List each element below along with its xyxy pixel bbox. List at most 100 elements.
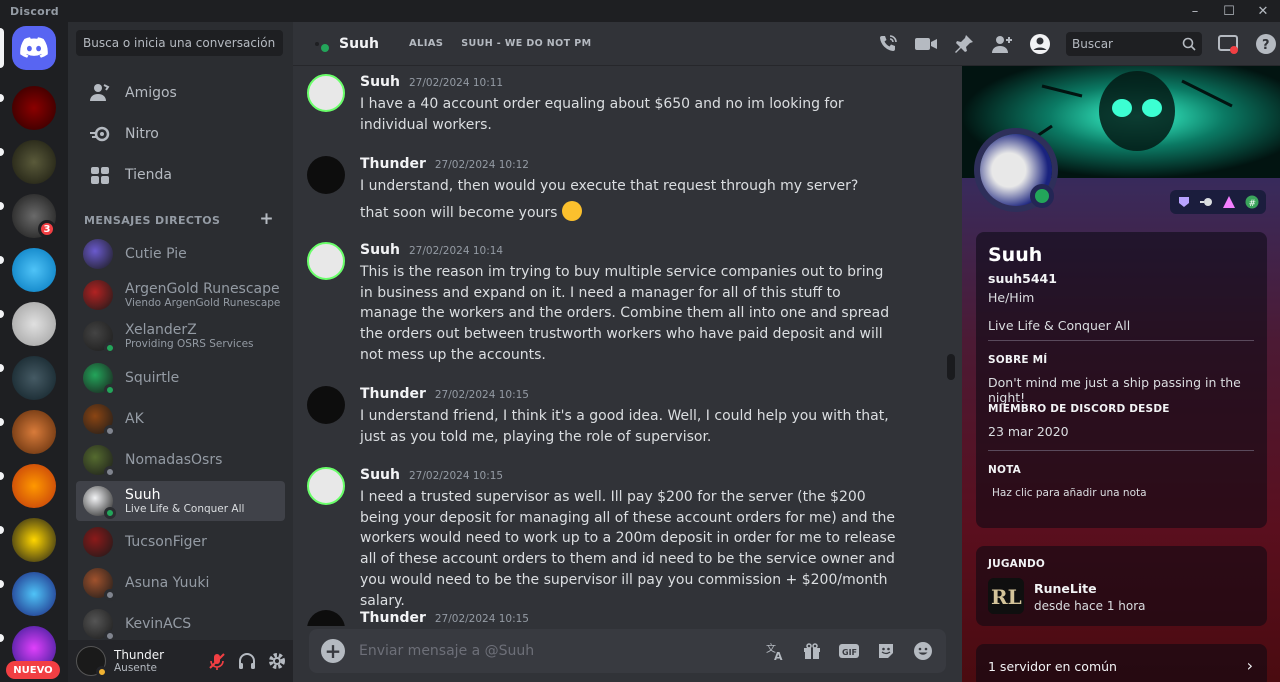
dm-item[interactable]: Asuna Yuuki [76, 563, 285, 603]
dm-avatar [83, 486, 116, 519]
idle-status-icon [96, 666, 108, 678]
pinned-messages-icon[interactable] [952, 32, 976, 56]
hashtag-badge-icon: # [1244, 194, 1260, 210]
suuh-avatar[interactable] [307, 74, 345, 112]
minimize-button[interactable]: – [1178, 0, 1212, 22]
message-author[interactable]: Suuh [360, 74, 400, 90]
message-author[interactable]: Thunder [360, 156, 426, 172]
maximize-button[interactable]: ☐ [1212, 0, 1246, 22]
toolbar-search[interactable]: Buscar [1066, 31, 1202, 56]
dm-item[interactable]: Squirtle [76, 358, 285, 398]
sticker-icon[interactable] [875, 640, 897, 662]
offline-status-icon [104, 589, 116, 601]
nav-shop[interactable]: Tienda [76, 156, 285, 194]
server-icon-mmo-gold[interactable] [12, 518, 56, 562]
mic-muted-icon[interactable] [207, 651, 227, 671]
activity-card: JUGANDO RL RuneLite desde hace 1 hora [976, 546, 1267, 626]
message-author[interactable]: Suuh [360, 467, 400, 483]
suuh-avatar[interactable] [307, 242, 345, 280]
profile-username: suuh5441 [988, 271, 1057, 286]
offline-status-icon [104, 425, 116, 437]
dm-item[interactable]: TucsonFiger [76, 522, 285, 562]
server-icon-blue[interactable] [12, 248, 56, 292]
nav-friends[interactable]: Amigos [76, 74, 285, 112]
thunder-avatar[interactable] [307, 386, 345, 424]
dm-name: KevinACS [125, 616, 192, 632]
dm-item[interactable]: Suuh Live Life & Conquer All [76, 481, 285, 521]
translate-icon[interactable]: 文A [764, 640, 786, 662]
dm-item[interactable]: AK [76, 399, 285, 439]
dm-item[interactable]: NomadasOsrs [76, 440, 285, 480]
dm-name: Squirtle [125, 370, 180, 386]
server-icon-fc[interactable] [12, 302, 56, 346]
headphones-icon[interactable] [237, 651, 257, 671]
svg-text:#: # [1248, 199, 1256, 209]
nav-nitro[interactable]: Nitro [76, 115, 285, 153]
server-icon-lava[interactable] [12, 464, 56, 508]
message-text: I have a 40 account order equaling about… [360, 96, 844, 133]
game-time: desde hace 1 hora [1034, 599, 1146, 613]
new-badge: NUEVO [6, 661, 60, 679]
message-timestamp: 27/02/2024 10:15 [408, 470, 504, 482]
help-icon[interactable]: ? [1254, 32, 1278, 56]
window-controls: – ☐ ✕ [1178, 0, 1280, 22]
dm-name: TucsonFiger [125, 534, 207, 550]
emoji-icon[interactable] [912, 640, 934, 662]
dm-name: XelanderZ [125, 322, 197, 338]
dm-item[interactable]: KevinACS [76, 604, 285, 644]
member-since-date: 23 mar 2020 [988, 424, 1069, 439]
gif-icon[interactable]: GIF [838, 640, 860, 662]
server-icon-warrior[interactable] [12, 410, 56, 454]
add-attachment-button[interactable]: + [321, 639, 345, 663]
message-author[interactable]: Thunder [360, 610, 426, 626]
user-avatar[interactable] [76, 646, 108, 678]
settings-gear-icon[interactable] [267, 651, 287, 671]
server-icon-xtech[interactable] [12, 356, 56, 400]
server-icon-services[interactable] [12, 572, 56, 616]
message-author[interactable]: Suuh [360, 242, 400, 258]
message-text: This is the reason im trying to buy mult… [360, 264, 890, 363]
dm-item[interactable]: XelanderZ Providing OSRS Services [76, 316, 285, 356]
svg-text:A: A [774, 650, 783, 661]
dm-avatar [83, 363, 116, 396]
scrollbar-thumb[interactable] [947, 354, 955, 380]
inbox-icon[interactable] [1216, 32, 1240, 56]
selected-pill [0, 28, 4, 68]
server-icon-argengold[interactable] [12, 140, 56, 184]
gift-icon[interactable] [801, 640, 823, 662]
message-timestamp: 27/02/2024 10:15 [434, 389, 529, 401]
thunder-avatar[interactable] [307, 610, 345, 626]
online-status-icon [104, 507, 116, 519]
message: Thunder 27/02/2024 10:15 I understand fri… [293, 380, 943, 460]
home-button[interactable] [12, 26, 56, 70]
dm-item[interactable]: ArgenGold Runescape Viendo ArgenGold Rune… [76, 275, 285, 315]
thunder-avatar[interactable] [307, 156, 345, 194]
user-profile-toggle-icon[interactable] [1028, 32, 1052, 56]
toolbar-search-input[interactable]: Buscar [1072, 37, 1113, 51]
message-author[interactable]: Thunder [360, 386, 426, 402]
voice-call-icon[interactable] [876, 32, 900, 56]
suuh-avatar[interactable] [307, 467, 345, 505]
message-input[interactable]: Enviar mensaje a @Suuh [359, 643, 764, 659]
dm-item[interactable]: Cutie Pie [76, 234, 285, 274]
online-status-icon [104, 384, 116, 396]
dm-name: AK [125, 411, 144, 427]
note-input[interactable]: Haz clic para añadir una nota [992, 487, 1147, 499]
dm-avatar [83, 445, 116, 478]
game-name: RuneLite [1034, 581, 1097, 596]
dm-activity: Live Life & Conquer All [125, 503, 245, 515]
friends-icon [88, 81, 112, 105]
header-toolbar: Buscar ? [862, 22, 1280, 66]
search-icon [1182, 37, 1196, 51]
create-dm-button[interactable]: + [259, 211, 274, 228]
mutual-servers-button[interactable]: 1 servidor en común › [976, 644, 1267, 682]
conversation-search[interactable]: Busca o inicia una conversación [76, 30, 283, 56]
add-friend-icon[interactable] [990, 32, 1014, 56]
message-timestamp: 27/02/2024 10:15 [434, 613, 529, 625]
nitro-badge-icon [1176, 194, 1192, 210]
dm-name: Suuh [125, 487, 161, 503]
server-icon-suuhs-services[interactable] [12, 86, 56, 130]
close-button[interactable]: ✕ [1246, 0, 1280, 22]
alias-label: ALIAS [408, 38, 444, 49]
video-call-icon[interactable] [914, 32, 938, 56]
